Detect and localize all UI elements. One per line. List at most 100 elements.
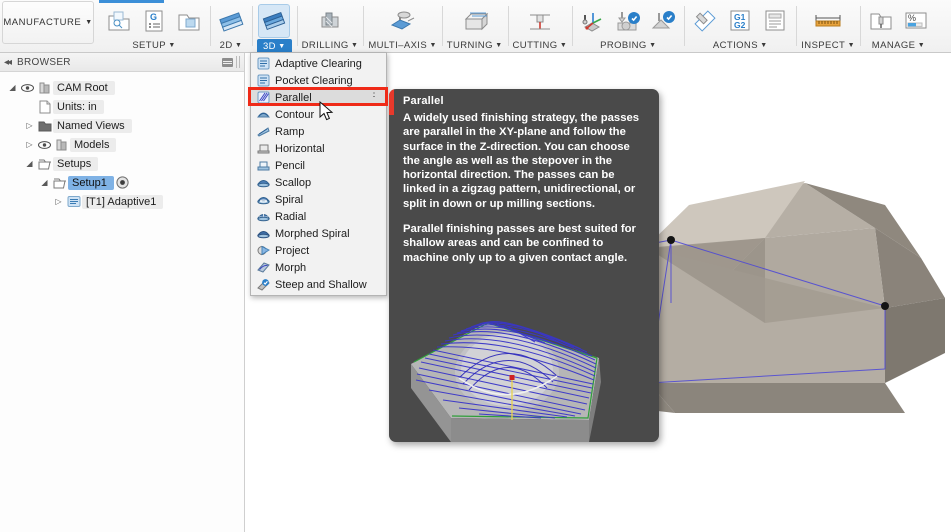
- ribbon-group-label-setup[interactable]: SETUP ▼: [132, 38, 175, 52]
- tree-item-named-views[interactable]: ▷ Named Views: [0, 116, 244, 135]
- post-process-icon[interactable]: [689, 4, 721, 38]
- tree-item-models[interactable]: ▷ Models: [0, 135, 244, 154]
- probe-wcs-icon[interactable]: [577, 4, 609, 38]
- menu-item-project[interactable]: Project: [251, 242, 386, 259]
- panel-menu-icon[interactable]: [222, 57, 233, 67]
- collapse-panel-icon[interactable]: ◂◂: [4, 57, 12, 68]
- adaptive-clearing-icon: [257, 57, 272, 70]
- new-setup-icon[interactable]: [103, 4, 135, 38]
- chevron-down-icon: ▼: [85, 19, 93, 26]
- expand-arrow-icon[interactable]: ▷: [23, 121, 36, 130]
- measure-icon[interactable]: [812, 4, 844, 38]
- multi-axis-icon[interactable]: [387, 4, 419, 38]
- cutting-icon[interactable]: [524, 4, 556, 38]
- pocket-clearing-icon: [257, 74, 272, 87]
- ribbon-group-label-manage[interactable]: MANAGE ▼: [872, 38, 925, 52]
- ribbon-group-2d: 2D ▼: [210, 0, 252, 52]
- tree-label: CAM Root: [53, 80, 115, 95]
- menu-item-ramp[interactable]: Ramp: [251, 123, 386, 140]
- svg-text:G2: G2: [734, 20, 746, 30]
- expand-arrow-icon[interactable]: ◢: [23, 159, 36, 168]
- 2d-milling-icon[interactable]: [215, 4, 247, 38]
- new-folder-icon[interactable]: [173, 4, 205, 38]
- browser-panel: ◂◂ BROWSER ◢ CAM Root Units: in ▷ Named …: [0, 53, 245, 532]
- menu-item-label: Project: [275, 244, 310, 257]
- menu-item-radial[interactable]: Radial: [251, 208, 386, 225]
- machining-time-icon[interactable]: %: [900, 4, 932, 38]
- browser-title: BROWSER: [17, 56, 71, 68]
- tree-item-cam-root[interactable]: ◢ CAM Root: [0, 78, 244, 97]
- expand-arrow-icon[interactable]: ◢: [38, 178, 51, 187]
- activate-icon[interactable]: [114, 176, 131, 189]
- workspace-switcher-label: MANUFACTURE: [3, 17, 82, 28]
- menu-item-pocket-clearing[interactable]: Pocket Clearing: [251, 72, 386, 89]
- operation-icon: [65, 195, 82, 208]
- scallop-icon: [257, 176, 272, 189]
- tree-item-setup1[interactable]: ◢ Setup1: [0, 173, 244, 192]
- turning-icon[interactable]: [459, 4, 491, 38]
- new-manual-ncp-icon[interactable]: G: [138, 4, 170, 38]
- steep-and-shallow-icon: [257, 278, 272, 291]
- tool-library-icon[interactable]: [865, 4, 897, 38]
- g1g2-icon[interactable]: G1 G2: [724, 4, 756, 38]
- spiral-icon: [257, 193, 272, 206]
- probe-geometry-icon[interactable]: [612, 4, 644, 38]
- menu-item-spiral[interactable]: Spiral: [251, 191, 386, 208]
- tree-item-setups[interactable]: ◢ Setups: [0, 154, 244, 173]
- ribbon-group-cutting: CUTTING ▼: [507, 0, 573, 52]
- 3d-strategies-menu: Adaptive Clearing Pocket Clearing Parall…: [250, 52, 387, 296]
- ribbon-group-label-2d[interactable]: 2D ▼: [220, 38, 243, 52]
- menu-item-scallop[interactable]: Scallop: [251, 174, 386, 191]
- setup-sheet-icon[interactable]: [759, 4, 791, 38]
- contour-icon: [257, 108, 272, 121]
- svg-text:%: %: [908, 13, 916, 23]
- ribbon-group-label-multi-axis[interactable]: MULTI–AXIS ▼: [368, 38, 436, 52]
- visibility-eye-icon[interactable]: [36, 140, 53, 150]
- parallel-toolpath-preview: [411, 321, 601, 442]
- menu-item-label: Adaptive Clearing: [275, 57, 362, 70]
- parallel-icon: [257, 91, 272, 104]
- ribbon-group-label-actions[interactable]: ACTIONS ▼: [713, 38, 768, 52]
- 3d-milling-icon[interactable]: [258, 4, 291, 38]
- menu-item-morphed-spiral[interactable]: Morphed Spiral: [251, 225, 386, 242]
- ribbon-group-label-drilling[interactable]: DRILLING ▼: [302, 38, 359, 52]
- tree-item-units[interactable]: Units: in: [0, 97, 244, 116]
- expand-arrow-icon[interactable]: ▷: [23, 140, 36, 149]
- menu-item-horizontal[interactable]: Horizontal: [251, 140, 386, 157]
- tooltip-paragraph-2: Parallel finishing passes are best suite…: [403, 223, 636, 264]
- menu-item-overflow-icon[interactable]: ⋮: [369, 89, 379, 99]
- units-icon: [36, 100, 53, 114]
- ribbon-group-3d: 3D ▼: [252, 0, 297, 54]
- tree-label: [T1] Adaptive1: [82, 194, 164, 209]
- workspace-switcher-button[interactable]: MANUFACTURE ▼: [2, 1, 94, 44]
- pencil-icon: [257, 159, 272, 172]
- ribbon-group-inspect: INSPECT ▼: [796, 0, 860, 52]
- project-icon: [257, 244, 272, 257]
- visibility-eye-icon[interactable]: [19, 83, 36, 93]
- menu-item-pencil[interactable]: Pencil: [251, 157, 386, 174]
- menu-item-adaptive-clearing[interactable]: Adaptive Clearing: [251, 55, 386, 72]
- expand-arrow-icon[interactable]: ▷: [52, 197, 65, 206]
- menu-item-label: Pocket Clearing: [275, 74, 353, 87]
- ribbon-group-label-probing[interactable]: PROBING ▼: [600, 38, 656, 52]
- tree-item-operation-adaptive1[interactable]: ▷ [T1] Adaptive1: [0, 192, 244, 211]
- drilling-icon[interactable]: [314, 4, 346, 38]
- ribbon-group-setup: G SETUP ▼: [98, 0, 210, 52]
- ribbon-group-multi-axis: MULTI–AXIS ▼: [363, 0, 441, 52]
- menu-item-label: Scallop: [275, 176, 312, 189]
- ribbon-group-label-turning[interactable]: TURNING ▼: [447, 38, 503, 52]
- menu-item-label: Parallel: [275, 91, 312, 104]
- browser-header: ◂◂ BROWSER: [0, 53, 244, 72]
- tree-label: Units: in: [53, 99, 104, 114]
- probe-surface-icon[interactable]: [647, 4, 679, 38]
- expand-arrow-icon[interactable]: ◢: [6, 83, 19, 92]
- ribbon-group-label-inspect[interactable]: INSPECT ▼: [801, 38, 855, 52]
- ribbon-group-label-cutting[interactable]: CUTTING ▼: [513, 38, 568, 52]
- tooltip-body: A widely used finishing strategy, the pa…: [389, 111, 659, 265]
- menu-item-label: Contour: [275, 108, 315, 121]
- menu-item-steep-and-shallow[interactable]: Steep and Shallow: [251, 276, 386, 293]
- menu-item-morph[interactable]: Morph: [251, 259, 386, 276]
- tooltip-title: Parallel: [403, 95, 444, 107]
- panel-resize-grip[interactable]: [236, 56, 240, 68]
- ramp-icon: [257, 125, 272, 138]
